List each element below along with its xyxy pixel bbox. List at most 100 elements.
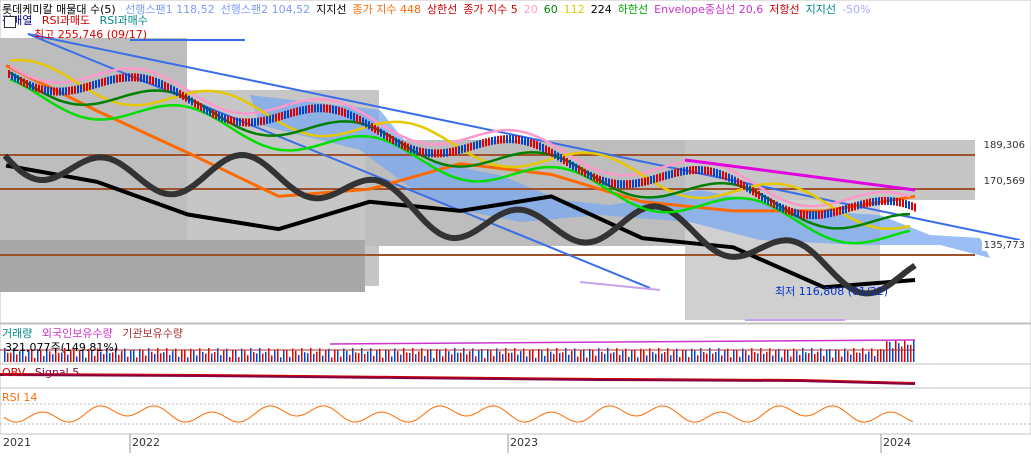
volume-bar <box>877 350 879 362</box>
candle <box>776 201 778 210</box>
candle <box>596 174 598 183</box>
volume-bar <box>538 348 540 362</box>
candle <box>575 163 577 172</box>
candle <box>272 114 274 123</box>
candle <box>17 75 19 84</box>
candle <box>74 85 76 94</box>
volume-bar <box>121 350 123 362</box>
candle <box>713 168 715 177</box>
volume-profile-block <box>0 240 365 292</box>
candle <box>554 150 556 159</box>
legend-item[interactable]: 60 <box>544 3 558 16</box>
legend-item[interactable]: 선행스팬2 104,52 <box>221 3 310 16</box>
high-annotation: 최고 255,746 (09/17) <box>34 28 148 41</box>
legend-item[interactable]: -50% <box>842 3 870 16</box>
volume-bar <box>475 356 477 362</box>
candle <box>266 116 268 125</box>
legend-item[interactable]: 20 <box>524 3 538 16</box>
candle <box>869 198 871 207</box>
volume-bar <box>187 357 189 362</box>
legend-item[interactable]: 종가 지수 5 <box>463 3 517 16</box>
candle <box>461 145 463 154</box>
candle <box>509 135 511 144</box>
candle <box>464 144 466 153</box>
chart-canvas[interactable] <box>0 0 1031 453</box>
volume-bar <box>745 350 747 362</box>
candle <box>590 171 592 180</box>
candle <box>62 87 64 96</box>
candle <box>110 76 112 85</box>
volume-bar <box>322 355 324 362</box>
candle <box>866 199 868 208</box>
candle <box>422 148 424 157</box>
candle <box>593 173 595 182</box>
volume-bar <box>793 348 795 362</box>
candle <box>185 93 187 102</box>
candle <box>824 210 826 219</box>
candle <box>449 148 451 157</box>
legend-item[interactable]: 저항선 <box>769 3 799 16</box>
legend-item[interactable]: 지지선 <box>806 3 836 16</box>
legend-item[interactable]: 상한선 <box>427 3 457 16</box>
candle <box>692 166 694 175</box>
volume-bar <box>697 355 699 362</box>
candle <box>131 73 133 82</box>
settings-grid-icon[interactable] <box>4 16 16 28</box>
candle <box>698 166 700 175</box>
volume-bar <box>304 352 306 362</box>
volume-bar <box>913 340 915 362</box>
candle <box>719 169 721 178</box>
candle <box>134 73 136 82</box>
volume-bar <box>172 350 174 362</box>
volume-bar <box>355 352 357 362</box>
candle <box>431 149 433 158</box>
volume-bar <box>442 356 444 362</box>
volume-bar <box>388 349 390 362</box>
candle <box>80 84 82 93</box>
volume-bar <box>832 357 834 362</box>
legend-item[interactable]: 지지선 <box>316 3 346 16</box>
candle <box>344 108 346 117</box>
candle <box>59 87 61 96</box>
candle <box>842 205 844 214</box>
volume-bar <box>190 348 192 362</box>
volume-bar <box>292 348 294 362</box>
volume-bar <box>790 356 792 362</box>
candle <box>584 168 586 177</box>
legend-item[interactable]: Envelope중심선 20,6 <box>654 3 763 16</box>
candle <box>539 142 541 151</box>
volume-bar <box>784 349 786 362</box>
candle <box>668 170 670 179</box>
volume-bar <box>154 353 156 362</box>
legend-item[interactable]: 112 <box>564 3 585 16</box>
candle <box>644 177 646 186</box>
volume-bar <box>169 355 171 362</box>
candle <box>758 191 760 200</box>
volume-bar <box>247 355 249 362</box>
volume-bar <box>781 357 783 362</box>
volume-bar <box>529 349 531 362</box>
volume-bar <box>478 349 480 362</box>
legend-item[interactable]: 224 <box>591 3 612 16</box>
candle <box>641 178 643 187</box>
candle <box>326 104 328 113</box>
volume-bar <box>214 352 216 362</box>
volume-bar <box>847 351 849 362</box>
candle <box>14 73 16 82</box>
candle <box>545 145 547 154</box>
candle <box>395 137 397 146</box>
candle <box>152 76 154 85</box>
candle <box>821 210 823 219</box>
candle <box>485 138 487 147</box>
volume-bar <box>577 356 579 362</box>
candle <box>701 166 703 175</box>
volume-bar <box>367 351 369 362</box>
legend-item[interactable]: 하한선 <box>618 3 648 16</box>
legend-item[interactable]: 종가 지수 448 <box>352 3 420 16</box>
candle <box>71 86 73 95</box>
candle <box>746 183 748 192</box>
candle <box>374 124 376 133</box>
candle <box>158 78 160 87</box>
chart-stage[interactable]: 롯데케미칼 매물대 수(5) 선행스팬1 118,52 선행스팬2 104,52 지… <box>0 0 1031 453</box>
volume-bar <box>34 357 36 362</box>
